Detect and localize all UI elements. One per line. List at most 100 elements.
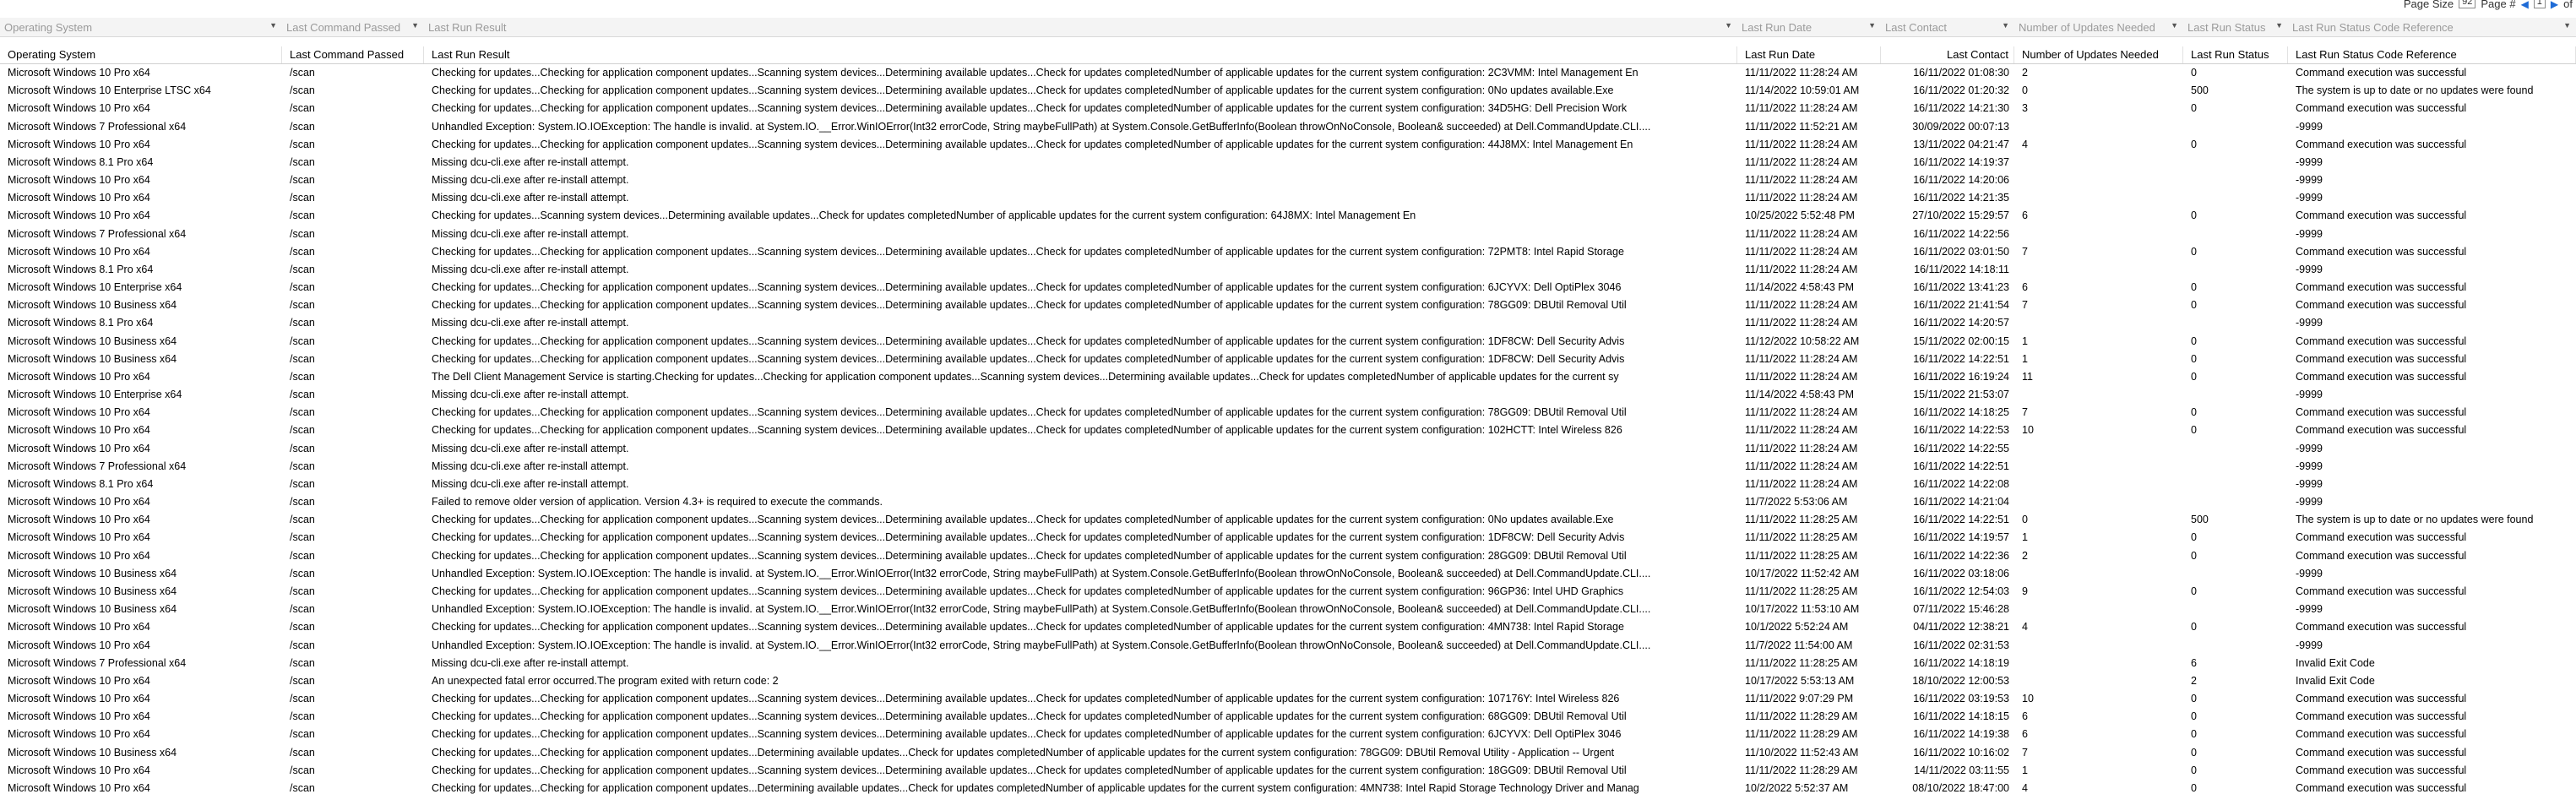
table-row[interactable]: Microsoft Windows 10 Enterprise LTSC x64… (0, 82, 2576, 100)
table-row[interactable]: Microsoft Windows 7 Professional x64/sca… (0, 118, 2576, 136)
column-header-last-run-date[interactable]: Last Run Date (1737, 46, 1881, 63)
column-header-number-of-updates-needed[interactable]: Number of Updates Needed (2014, 46, 2183, 63)
table-row[interactable]: Microsoft Windows 10 Pro x64/scan Checkin… (0, 100, 2576, 117)
cell-last-run-date: 10/17/2022 11:53:10 AM (1745, 603, 1860, 616)
table-row[interactable]: Microsoft Windows 10 Business x64/scan Ch… (0, 333, 2576, 351)
table-row[interactable]: Microsoft Windows 10 Pro x64/scan Checkin… (0, 207, 2576, 225)
dropdown-arrow-icon[interactable]: ▼ (269, 21, 277, 30)
page-size-input[interactable]: 92 (2459, 0, 2476, 8)
dropdown-arrow-icon[interactable]: ▼ (411, 21, 419, 30)
cell-last-run-status: 0 (2191, 746, 2197, 759)
cell-last-run-status-code-reference: -9999 (2296, 389, 2323, 401)
filter-last-run-date[interactable]: Last Run Date ▼ (1737, 18, 1881, 36)
cell-last-contact: 07/11/2022 15:46:28 (1913, 603, 2009, 616)
dropdown-arrow-icon[interactable]: ▼ (1725, 21, 1732, 30)
filter-last-run-status[interactable]: Last Run Status ▼ (2183, 18, 2288, 36)
cell-last-run-status-code-reference: Command execution was successful (2296, 585, 2467, 597)
table-row[interactable]: Microsoft Windows 8.1 Pro x64/scan Missin… (0, 154, 2576, 171)
table-row[interactable]: Microsoft Windows 10 Pro x64/scan Checkin… (0, 708, 2576, 726)
table-row[interactable]: Microsoft Windows 10 Pro x64/scan Checkin… (0, 690, 2576, 708)
table-row[interactable]: Microsoft Windows 8.1 Pro x64/scan Missin… (0, 261, 2576, 279)
cell-last-run-status: 0 (2191, 424, 2197, 437)
table-row[interactable]: Microsoft Windows 10 Pro x64/scan Checkin… (0, 726, 2576, 743)
page-number-input[interactable]: 1 (2533, 0, 2546, 8)
table-row[interactable]: Microsoft Windows 7 Professional x64/sca… (0, 458, 2576, 476)
column-header-operating-system[interactable]: Operating System (0, 46, 282, 63)
filter-last-contact[interactable]: Last Contact ▼ (1881, 18, 2014, 36)
page-size-label: Page Size (2403, 0, 2454, 10)
table-row[interactable]: Microsoft Windows 7 Professional x64/sca… (0, 655, 2576, 672)
dropdown-arrow-icon[interactable]: ▼ (2275, 21, 2283, 30)
table-row[interactable]: Microsoft Windows 10 Business x64/scan Un… (0, 601, 2576, 618)
filter-number-of-updates-needed[interactable]: Number of Updates Needed ▼ (2014, 18, 2183, 36)
cell-last-command-passed: /scan (290, 603, 315, 616)
table-row[interactable]: Microsoft Windows 10 Pro x64/scan Checkin… (0, 243, 2576, 261)
filter-operating-system[interactable]: Operating System ▼ (0, 18, 282, 36)
column-header-last-contact[interactable]: Last Contact (1881, 46, 2014, 63)
cell-operating-system: Microsoft Windows 10 Pro x64 (8, 764, 150, 776)
cell-last-run-status (2183, 118, 2288, 136)
table-row[interactable]: Microsoft Windows 10 Business x64/scan Ch… (0, 351, 2576, 368)
table-row[interactable]: Microsoft Windows 10 Enterprise x64/scan… (0, 386, 2576, 404)
cell-operating-system: Microsoft Windows 10 Pro x64 (8, 442, 150, 454)
table-row[interactable]: Microsoft Windows 10 Pro x64/scan Checkin… (0, 547, 2576, 565)
table-row[interactable]: Microsoft Windows 10 Business x64/scan Ch… (0, 296, 2576, 314)
cell-last-run-status-code-reference: Invalid Exit Code (2296, 674, 2375, 687)
dropdown-arrow-icon[interactable]: ▼ (1868, 21, 1876, 30)
table-row[interactable]: Microsoft Windows 10 Pro x64/scan Missing… (0, 171, 2576, 189)
table-row[interactable]: Microsoft Windows 10 Pro x64/scan Checkin… (0, 64, 2576, 82)
filter-last-command-passed[interactable]: Last Command Passed ▼ (282, 18, 424, 36)
table-row[interactable]: Microsoft Windows 10 Pro x64/scan Checkin… (0, 422, 2576, 439)
cell-last-command-passed: /scan (290, 227, 315, 240)
table-row[interactable]: Microsoft Windows 8.1 Pro x64/scan Missin… (0, 476, 2576, 493)
table-row[interactable]: Microsoft Windows 10 Enterprise x64/scan… (0, 279, 2576, 296)
table-row[interactable]: Microsoft Windows 10 Pro x64/scan Checkin… (0, 529, 2576, 547)
cell-last-run-date: 11/7/2022 5:53:06 AM (1745, 496, 1848, 509)
next-page-icon[interactable]: ▶ (2551, 0, 2558, 9)
filter-last-run-result[interactable]: Last Run Result ▼ (424, 18, 1737, 36)
filter-last-run-status-code-reference[interactable]: Last Run Status Code Reference ▼ (2288, 18, 2576, 36)
column-header-last-run-status[interactable]: Last Run Status (2183, 46, 2288, 63)
cell-operating-system: Microsoft Windows 10 Pro x64 (8, 710, 150, 723)
cell-last-run-date: 11/11/2022 11:28:24 AM (1745, 477, 1858, 490)
cell-operating-system: Microsoft Windows 10 Business x64 (8, 567, 177, 579)
cell-operating-system: Microsoft Windows 10 Pro x64 (8, 209, 150, 222)
table-row[interactable]: Microsoft Windows 7 Professional x64/sca… (0, 226, 2576, 243)
cell-last-run-status: 0 (2191, 531, 2197, 544)
table-row[interactable]: Microsoft Windows 10 Pro x64/scan Failed … (0, 493, 2576, 511)
dropdown-arrow-icon[interactable]: ▼ (2171, 21, 2178, 30)
cell-last-run-status-code-reference: Command execution was successful (2296, 746, 2467, 759)
table-row[interactable]: Microsoft Windows 10 Pro x64/scan Unhandl… (0, 637, 2576, 655)
column-header-last-run-result[interactable]: Last Run Result (424, 46, 1737, 63)
table-row[interactable]: Microsoft Windows 10 Pro x64/scan Checkin… (0, 136, 2576, 154)
column-header-last-command-passed[interactable]: Last Command Passed (282, 46, 424, 63)
table-row[interactable]: Microsoft Windows 10 Pro x64/scan Checkin… (0, 404, 2576, 422)
cell-last-run-date: 11/11/2022 11:28:29 AM (1745, 710, 1858, 723)
cell-last-run-status-code-reference: Command execution was successful (2296, 424, 2467, 437)
cell-operating-system: Microsoft Windows 10 Business x64 (8, 352, 177, 365)
table-row[interactable]: Microsoft Windows 10 Pro x64/scan Checkin… (0, 618, 2576, 636)
dropdown-arrow-icon[interactable]: ▼ (2002, 21, 2009, 30)
cell-operating-system: Microsoft Windows 10 Business x64 (8, 585, 177, 597)
dropdown-arrow-icon[interactable]: ▼ (2563, 21, 2571, 30)
table-row[interactable]: Microsoft Windows 10 Pro x64/scan An unex… (0, 672, 2576, 690)
column-header-last-run-status-code-reference[interactable]: Last Run Status Code Reference (2288, 46, 2576, 63)
table-row[interactable]: Microsoft Windows 10 Business x64/scan Un… (0, 565, 2576, 583)
cell-last-run-result: Checking for updates...Checking for appl… (432, 335, 1625, 347)
table-row[interactable]: Microsoft Windows 10 Pro x64/scan Missing… (0, 440, 2576, 458)
table-row[interactable]: Microsoft Windows 10 Business x64/scan Ch… (0, 744, 2576, 762)
table-row[interactable]: Microsoft Windows 10 Business x64/scan Ch… (0, 583, 2576, 601)
table-row[interactable]: Microsoft Windows 10 Pro x64/scan Checkin… (0, 780, 2576, 797)
cell-last-run-result: Checking for updates...Checking for appl… (432, 352, 1625, 365)
table-row[interactable]: Microsoft Windows 10 Pro x64/scan Checkin… (0, 511, 2576, 529)
cell-last-command-passed: /scan (290, 477, 315, 490)
previous-page-icon[interactable]: ◀ (2521, 0, 2529, 9)
cell-last-command-passed: /scan (290, 656, 315, 669)
cell-last-command-passed: /scan (290, 281, 315, 294)
table-row[interactable]: Microsoft Windows 10 Pro x64/scan Checkin… (0, 762, 2576, 780)
table-row[interactable]: Microsoft Windows 10 Pro x64/scan Missing… (0, 189, 2576, 207)
cell-last-run-status: 0 (2191, 549, 2197, 562)
cell-operating-system: Microsoft Windows 10 Business x64 (8, 746, 177, 759)
table-row[interactable]: Microsoft Windows 10 Pro x64/scan The Del… (0, 368, 2576, 386)
table-row[interactable]: Microsoft Windows 8.1 Pro x64/scan Missin… (0, 314, 2576, 332)
